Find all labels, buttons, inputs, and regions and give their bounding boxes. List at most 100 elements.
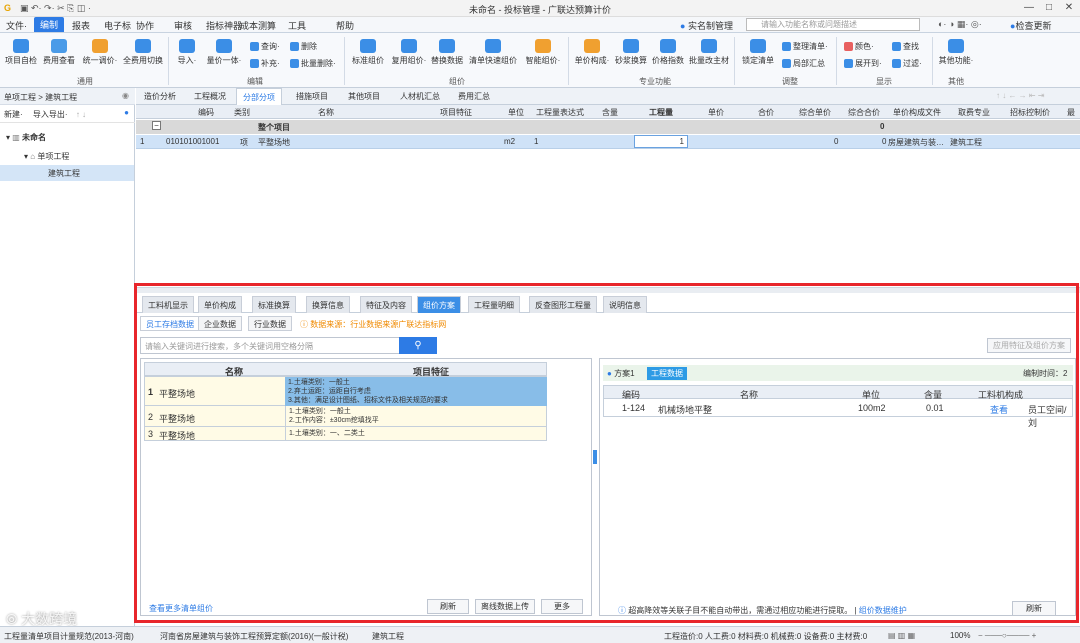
tab-other-items[interactable]: 其他项目 — [348, 91, 380, 102]
menu-tools[interactable]: 帮助 — [336, 19, 354, 32]
full-fee-switch-button[interactable]: 全费用切换 — [122, 39, 164, 66]
col-discipline[interactable]: 取费专业 — [952, 107, 996, 118]
delete-button[interactable]: 删除 — [290, 41, 317, 52]
standard-pricing-button[interactable]: 标准组价 — [350, 39, 386, 66]
new-button[interactable]: 新建· — [4, 110, 23, 119]
home-icon: ⌂ — [30, 152, 36, 161]
unified-adjust-button[interactable]: 统一调价· — [80, 39, 120, 66]
view-mode-icons[interactable]: ▤ ▥ ▦ — [888, 631, 915, 640]
tab-measures[interactable]: 措施项目 — [296, 91, 328, 102]
row-type[interactable]: 项 — [240, 137, 248, 148]
col-total[interactable]: 合价 — [742, 107, 790, 118]
tab-divisions[interactable]: 分部分项 — [236, 88, 282, 105]
row-name[interactable]: 平整场地 — [258, 137, 290, 148]
minimize-button[interactable]: — — [1022, 2, 1036, 13]
label: 导入· — [177, 56, 197, 65]
mortar-button[interactable]: 砂浆换算 — [614, 39, 648, 66]
menu-audit[interactable]: 指标神器 — [206, 19, 242, 32]
col-features[interactable]: 项目特征 — [416, 107, 496, 118]
fee-view-button[interactable]: 费用查看 — [42, 39, 76, 66]
partial-summary-button[interactable]: 局部汇总 — [782, 58, 825, 69]
query-button[interactable]: 查询· — [250, 41, 280, 52]
tab-labor-material[interactable]: 人材机汇总 — [400, 91, 440, 102]
menu-edit[interactable]: 编制 — [34, 17, 65, 32]
function-search-input[interactable]: 请输入功能名称或问题描述 — [746, 18, 920, 31]
row-unit[interactable]: m2 — [504, 137, 515, 146]
qty-input[interactable]: 1 — [634, 135, 688, 148]
col-control-price[interactable]: 招标控制价 — [1004, 107, 1056, 118]
unit-price-icon — [584, 39, 600, 53]
col-type[interactable]: 类别 — [232, 107, 252, 118]
col-name[interactable]: 名称 — [286, 107, 366, 118]
replace-data-button[interactable]: 替换数据 — [430, 39, 464, 66]
tab-cost-analysis[interactable]: 造价分析 — [144, 91, 176, 102]
menu-file[interactable]: 文件· — [6, 19, 27, 32]
col-price-file[interactable]: 单价构成文件 — [888, 107, 946, 118]
menu-collab[interactable]: 审核 — [174, 19, 192, 32]
menu-report[interactable]: 电子标 — [104, 19, 131, 32]
group-adjust-label: 调整 — [782, 77, 798, 86]
expand-to-button[interactable]: 展开到· — [844, 58, 882, 69]
tree-node-single[interactable]: ▾ ⌂ 单项工程 — [24, 151, 69, 162]
download-icon[interactable]: ● — [124, 108, 129, 117]
menu-index[interactable]: 成本测算 — [240, 19, 276, 32]
row-price-file[interactable]: 房屋建筑与装… — [888, 137, 944, 148]
menu-e-bid[interactable]: 协作 — [136, 19, 154, 32]
row-discipline[interactable]: 建筑工程 — [950, 137, 982, 148]
zoom-slider[interactable]: − ───○──── + — [978, 631, 1036, 640]
col-composite-price[interactable]: 综合单价 — [790, 107, 840, 118]
other-functions-button[interactable]: 其他功能· — [936, 39, 976, 66]
filter-button[interactable]: 过滤· — [892, 58, 922, 69]
col-unit-price[interactable]: 单价 — [692, 107, 740, 118]
col-qty[interactable]: 工程量 — [636, 107, 686, 118]
summary-icon — [782, 59, 791, 68]
col-code[interactable]: 编码 — [176, 107, 236, 118]
reuse-pricing-button[interactable]: 复用组价· — [390, 39, 428, 66]
supplement-button[interactable]: 补充· — [250, 58, 280, 69]
col-composite-total[interactable]: 综合合价 — [840, 107, 888, 118]
menu-cost[interactable]: 工具 — [288, 19, 306, 32]
row-expr[interactable]: 1 — [534, 137, 538, 146]
tab-fee-summary[interactable]: 费用汇总 — [458, 91, 490, 102]
menu-review[interactable]: 报表 — [72, 19, 90, 32]
status-discipline: 建筑工程 — [372, 632, 404, 641]
collapse-icon[interactable]: ◉ — [122, 91, 129, 100]
col-expr[interactable]: 工程量表达式 — [534, 107, 586, 118]
col-content[interactable]: 含量 — [592, 107, 628, 118]
smart-pricing-button[interactable]: 智能组价· — [522, 39, 564, 66]
qty-price-button[interactable]: 量价一体· — [204, 39, 244, 66]
move-arrows-icon[interactable]: ↑ ↓ — [76, 110, 86, 119]
check-icon — [13, 39, 29, 53]
organize-list-button[interactable]: 整理清单· — [782, 41, 828, 52]
close-button[interactable]: ✕ — [1062, 2, 1076, 13]
batch-delete-button[interactable]: 批量删除· — [290, 58, 336, 69]
col-unit[interactable]: 单位 — [504, 107, 528, 118]
help-icons[interactable]: ◐· ◑ ▦· ◎· — [938, 19, 982, 30]
row-index: 1 — [140, 137, 145, 146]
divider — [734, 37, 735, 85]
quick-pricing-button[interactable]: 清单快速组价 — [468, 39, 518, 66]
summary-row[interactable]: − 整个项目 0 — [136, 120, 1080, 134]
tree-node-project[interactable]: ▾ ▥ 未命名 — [6, 132, 46, 143]
find-button[interactable]: 查找 — [892, 41, 919, 52]
price-index-button[interactable]: 价格指数 — [650, 39, 686, 66]
color-button[interactable]: 颜色· — [844, 41, 874, 52]
project-check-button[interactable]: 项目自检 — [4, 39, 38, 66]
maximize-button[interactable]: □ — [1042, 2, 1056, 13]
check-update-button[interactable]: ●检查更新 — [1010, 19, 1051, 32]
import-export-button[interactable]: 导入导出· — [33, 110, 68, 119]
label: 全费用切换 — [123, 56, 163, 65]
nav-arrows-icon[interactable]: ↑ ↓ ← → ⇤ ⇥ — [996, 91, 1045, 100]
tab-overview[interactable]: 工程概况 — [194, 91, 226, 102]
row-code[interactable]: 010101001001 — [166, 137, 219, 146]
table-row[interactable]: 1 010101001001 项 平整场地 m2 1 1 0 0 房屋建筑与装…… — [136, 135, 1080, 149]
tree-node-building[interactable]: 建筑工程 — [0, 165, 134, 181]
import-button[interactable]: 导入· — [174, 39, 200, 66]
label: 批量删除· — [301, 59, 336, 68]
batch-material-button[interactable]: 批量改主材 — [688, 39, 730, 66]
collapse-toggle-icon[interactable]: − — [152, 121, 161, 130]
col-last[interactable]: 最 — [1064, 107, 1078, 118]
unit-price-button[interactable]: 单价构成· — [572, 39, 612, 66]
lock-list-button[interactable]: 锁定清单 — [738, 39, 778, 66]
realname-button[interactable]: ● 实名制管理 — [680, 19, 733, 32]
